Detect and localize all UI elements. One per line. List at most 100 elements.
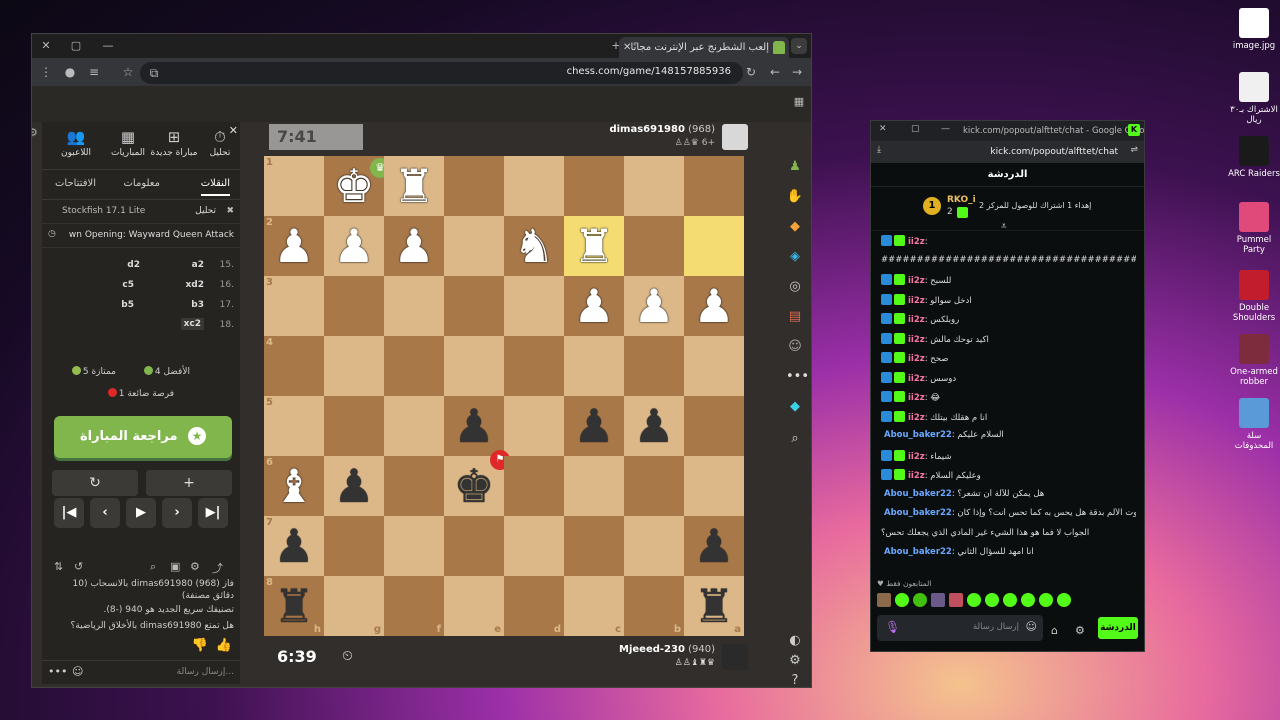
social-icon[interactable]: ☺	[786, 338, 804, 356]
chat-input[interactable]: إرسال رسالة...	[177, 667, 234, 677]
new-game-tool[interactable]: ⊞ مباراة جديدة	[150, 128, 198, 158]
board-square[interactable]	[384, 456, 444, 516]
thumbs-up-icon[interactable]: 👍	[216, 638, 232, 653]
board-square[interactable]: g	[324, 576, 384, 636]
board-square[interactable]	[504, 516, 564, 576]
board-square[interactable]	[684, 336, 744, 396]
grid-menu-icon[interactable]: ▦	[791, 94, 807, 110]
next-move-button[interactable]: ›	[162, 498, 192, 528]
desktop-icon[interactable]: ARC Raiders	[1228, 136, 1280, 179]
store-icon[interactable]: ⌂	[1051, 624, 1058, 637]
review-game-button[interactable]: مراجعة المباراة ★	[54, 416, 232, 458]
desktop-icon[interactable]: image.jpg	[1228, 8, 1280, 51]
move-white[interactable]: a2	[192, 260, 204, 270]
emoji-icon[interactable]: ☺	[72, 665, 83, 678]
board-square[interactable]: ♟	[624, 396, 684, 456]
first-move-button[interactable]: |◀	[54, 498, 84, 528]
move-black[interactable]: c5	[122, 280, 134, 290]
black-piece[interactable]: ♟	[573, 399, 614, 453]
black-piece[interactable]: ♟	[273, 519, 314, 573]
undo-icon[interactable]: ↺	[74, 560, 83, 573]
url-field[interactable]: ⧉ chess.com/game/148157885936	[140, 62, 743, 84]
chat-send-button[interactable]: الدردشة	[1098, 617, 1138, 639]
emote-icon[interactable]	[967, 593, 981, 607]
emote-icon[interactable]	[931, 593, 945, 607]
move-white[interactable]: b3	[191, 300, 204, 310]
settings-gear-icon[interactable]: ⚙	[786, 652, 804, 670]
chess-board[interactable]: 1 ♚ ♛ ♜ 2 ♟ ♟ ♟ ♞ ♜ 3 ♟ ♟ ♟ 4 5 ♟ ♟ ♟ 6 ♝ ♟ ♚ ⚑ 7 ♟ ♟ 8 h ♜ g f e d c b a ♜	[264, 156, 744, 636]
last-move-button[interactable]: ▶|	[198, 498, 228, 528]
play-hand-icon[interactable]: ✋	[786, 188, 804, 206]
board-square[interactable]: c	[564, 576, 624, 636]
board-square[interactable]: ♜	[564, 216, 624, 276]
help-icon[interactable]: ?	[786, 672, 804, 687]
emote-icon[interactable]	[895, 593, 909, 607]
move-black[interactable]: d2	[127, 260, 140, 270]
board-square[interactable]: ♚ ♛	[324, 156, 390, 216]
board-square[interactable]	[564, 456, 624, 516]
black-piece[interactable]: ♜	[693, 579, 734, 633]
black-piece[interactable]: ♟	[693, 519, 734, 573]
board-square[interactable]	[504, 156, 564, 216]
engine-toggle-icon[interactable]: ✖	[226, 206, 234, 216]
forward-icon[interactable]: →	[789, 64, 805, 80]
board-square[interactable]	[684, 216, 744, 276]
play-button[interactable]: ▶	[126, 498, 156, 528]
emote-icon[interactable]	[913, 593, 927, 607]
board-square[interactable]	[564, 156, 624, 216]
white-piece[interactable]: ♟	[693, 279, 734, 333]
emote-icon[interactable]	[1057, 593, 1071, 607]
board-square[interactable]	[624, 336, 684, 396]
move-black[interactable]: b5	[121, 300, 134, 310]
board-square[interactable]: 2 ♟	[264, 216, 324, 276]
emote-icon[interactable]	[985, 593, 999, 607]
board-square[interactable]: ♚ ⚑	[444, 450, 510, 516]
white-piece[interactable]: ♞	[513, 219, 554, 273]
share-icon[interactable]: ⤴	[212, 560, 223, 576]
tab-info[interactable]: معلومات	[124, 178, 160, 189]
tab-openings[interactable]: الافتتاحات	[55, 178, 96, 189]
board-square[interactable]: ♞	[504, 216, 564, 276]
settings-icon[interactable]: ⚙	[190, 560, 200, 573]
desktop-icon[interactable]: Pummel Party	[1228, 202, 1280, 255]
panel-close-icon[interactable]: ✕	[229, 124, 238, 137]
install-app-icon[interactable]: ⧉	[146, 65, 162, 81]
chat-username[interactable]: ii2z	[908, 413, 925, 423]
chat-username[interactable]: ii2z	[908, 393, 925, 403]
reset-button[interactable]: ↻	[52, 470, 138, 496]
board-square[interactable]	[504, 336, 564, 396]
board-square[interactable]	[564, 516, 624, 576]
chat-username[interactable]: ii2z	[908, 296, 925, 306]
more-dots-icon[interactable]: •••	[48, 665, 67, 678]
white-piece[interactable]: ♟	[393, 219, 434, 273]
image-icon[interactable]: ▣	[170, 560, 180, 573]
board-square[interactable]	[444, 336, 504, 396]
back-icon[interactable]: ←	[767, 64, 783, 80]
chat-username[interactable]: ii2z	[908, 335, 925, 345]
emote-icon[interactable]	[1003, 593, 1017, 607]
bottom-player-name[interactable]: Mjeeed-230	[619, 644, 685, 655]
chat-username[interactable]: ii2z	[908, 315, 925, 325]
black-piece[interactable]: ♟	[453, 399, 494, 453]
emote-icon[interactable]	[1021, 593, 1035, 607]
chat-username[interactable]: Abou_baker22	[884, 508, 952, 518]
board-square[interactable]	[444, 516, 504, 576]
board-square[interactable]	[504, 276, 564, 336]
board-square[interactable]: f	[384, 576, 444, 636]
settings-gear-icon[interactable]: ⚙	[1075, 624, 1085, 637]
board-square[interactable]	[624, 216, 684, 276]
theme-icon[interactable]: ◐	[786, 632, 804, 650]
desktop-icon[interactable]: Double Shoulders	[1228, 270, 1280, 323]
desktop-icon[interactable]: One-armed robber	[1228, 334, 1280, 387]
board-square[interactable]	[384, 516, 444, 576]
learn-icon[interactable]: ◈	[786, 248, 804, 266]
chat-username[interactable]: ii2z	[908, 276, 925, 286]
board-square[interactable]: ♟	[684, 276, 744, 336]
board-square[interactable]	[384, 276, 444, 336]
desktop-icon[interactable]: سلة المحذوفات	[1228, 398, 1280, 451]
tab-moves[interactable]: النقلات	[200, 178, 230, 196]
board-square[interactable]	[324, 336, 384, 396]
white-piece[interactable]: ♟	[573, 279, 614, 333]
minimize-icon[interactable]: —	[100, 38, 116, 54]
players-tool[interactable]: 👥 اللاعبون	[52, 128, 100, 158]
